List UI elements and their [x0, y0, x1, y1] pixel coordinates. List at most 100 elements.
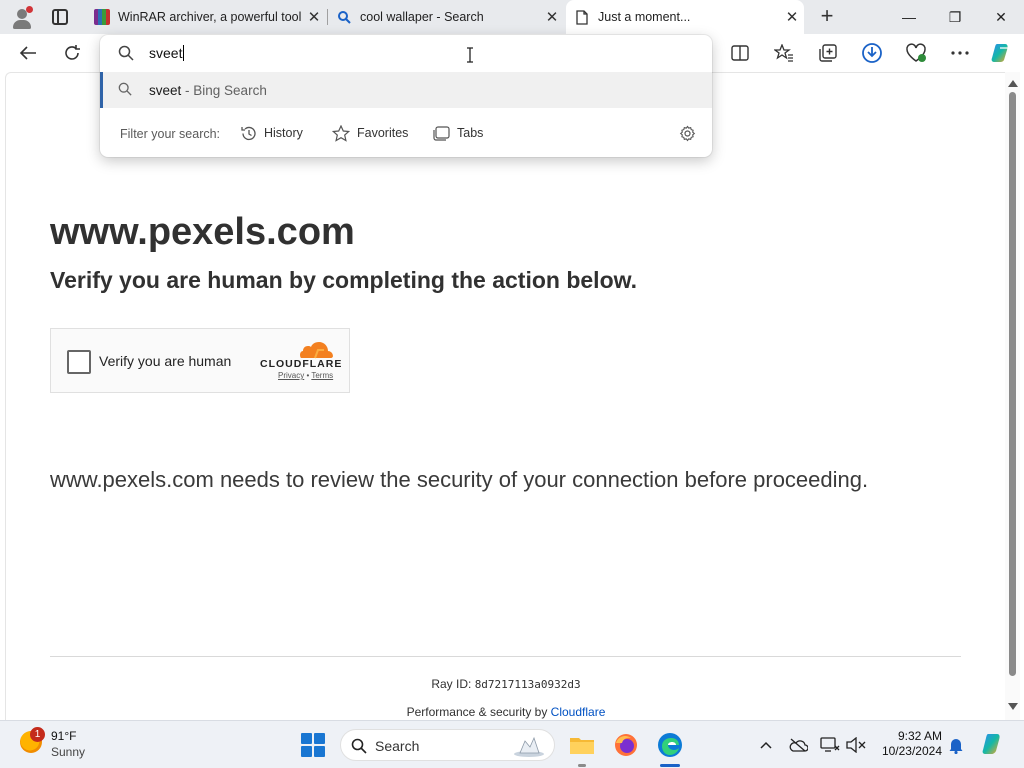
browser-essentials-icon[interactable] — [902, 39, 930, 67]
file-explorer-running-indicator — [578, 764, 586, 767]
profile-notification-dot — [26, 6, 33, 13]
address-input-value: sveet — [149, 45, 183, 61]
tab-title: WinRAR archiver, a powerful tool — [118, 10, 302, 24]
tab-just-a-moment[interactable]: Just a moment... ✕ — [566, 0, 804, 34]
suggestion-query: sveet — [149, 83, 182, 98]
selection-indicator — [100, 72, 103, 108]
star-icon — [332, 124, 350, 142]
copilot-icon[interactable] — [988, 39, 1016, 67]
verify-human-checkbox[interactable] — [67, 350, 91, 374]
web-page: www.pexels.com Verify you are human by c… — [5, 72, 1005, 720]
tab-close-icon[interactable]: ✕ — [780, 8, 804, 26]
history-icon — [240, 125, 257, 142]
restore-button[interactable]: ❐ — [932, 0, 978, 34]
address-bar-dropdown: sveet sveet - Bing Search Filter your se… — [100, 35, 712, 157]
cloudflare-cloud-icon — [300, 342, 333, 359]
weather-notification-badge: 1 — [30, 727, 45, 742]
weather-description[interactable]: Sunny — [51, 745, 85, 759]
ray-id-label: Ray ID: — [431, 677, 475, 691]
new-tab-button[interactable]: + — [815, 4, 839, 30]
scroll-up-arrow-icon[interactable] — [1008, 80, 1018, 87]
performance-text: Performance & security by — [406, 705, 551, 719]
filter-favorites-label: Favorites — [357, 126, 409, 140]
search-suggestion-row[interactable]: sveet - Bing Search — [100, 72, 712, 108]
windows-start-icon[interactable] — [301, 733, 325, 757]
windows-taskbar: 1 91°F Sunny Search 9:32 AM 10/23/2024 — [0, 720, 1024, 768]
tab-title: Just a moment... — [598, 10, 691, 24]
refresh-icon[interactable] — [58, 39, 86, 67]
scroll-down-arrow-icon[interactable] — [1008, 703, 1018, 710]
firefox-icon[interactable] — [612, 731, 640, 759]
filter-tabs-chip[interactable]: Tabs — [433, 120, 483, 146]
site-title: www.pexels.com — [50, 211, 355, 253]
address-bar[interactable]: sveet — [100, 35, 712, 71]
tab-close-icon[interactable]: ✕ — [302, 8, 326, 26]
filter-history-label: History — [264, 126, 303, 140]
tab-title: cool wallaper - Search — [360, 10, 484, 24]
vertical-scrollbar[interactable] — [1005, 72, 1020, 720]
text-caret — [183, 45, 185, 61]
cloudflare-logo: CLOUDFLARE Privacy • Terms — [259, 339, 341, 383]
cloudflare-link[interactable]: Cloudflare — [551, 705, 606, 719]
privacy-link[interactable]: Privacy — [278, 371, 304, 380]
weather-temperature[interactable]: 91°F — [51, 729, 76, 743]
page-favicon-icon — [574, 9, 590, 25]
onedrive-cloud-icon[interactable] — [788, 735, 808, 755]
filter-label: Filter your search: — [120, 127, 221, 141]
notification-bell-icon[interactable] — [946, 735, 966, 755]
ray-id-line: Ray ID: 8d7217113a0932d3 — [6, 677, 1005, 691]
system-clock[interactable]: 9:32 AM 10/23/2024 — [876, 729, 942, 759]
suggestion-suffix: - Bing Search — [181, 83, 267, 98]
tab-actions-menu-icon[interactable] — [52, 9, 68, 25]
search-icon — [118, 45, 134, 61]
edge-active-indicator — [660, 764, 680, 767]
minimize-button[interactable]: — — [886, 0, 932, 34]
performance-footer: Performance & security by Cloudflare — [6, 705, 1005, 719]
file-explorer-icon[interactable] — [568, 731, 596, 759]
tabs-icon — [433, 125, 450, 141]
address-input[interactable]: sveet — [149, 45, 185, 61]
verify-human-label[interactable]: Verify you are human — [99, 353, 231, 369]
search-icon — [351, 738, 367, 754]
display-network-icon[interactable] — [820, 735, 840, 755]
cloudflare-links: Privacy • Terms — [278, 371, 333, 380]
downloads-icon[interactable] — [858, 39, 886, 67]
terms-link[interactable]: Terms — [311, 371, 333, 380]
search-settings-gear-icon[interactable] — [679, 120, 696, 146]
volume-muted-icon[interactable] — [846, 735, 866, 755]
search-icon — [118, 82, 132, 96]
bing-search-favicon-icon — [336, 9, 352, 25]
search-filter-row: Filter your search: History Favorites Ta… — [100, 117, 712, 149]
taskbar-search-box[interactable]: Search — [340, 729, 555, 761]
winrar-favicon-icon — [94, 9, 110, 25]
tab-winrar[interactable]: WinRAR archiver, a powerful tool ✕ — [86, 0, 326, 34]
more-options-icon[interactable] — [946, 39, 974, 67]
security-review-message: www.pexels.com needs to review the secur… — [50, 467, 869, 492]
tab-close-icon[interactable]: ✕ — [540, 8, 564, 26]
cloudflare-challenge-widget: Verify you are human CLOUDFLARE Privacy … — [50, 328, 350, 393]
back-icon[interactable] — [14, 39, 42, 67]
clock-time: 9:32 AM — [897, 729, 942, 743]
suggestion-text: sveet - Bing Search — [149, 83, 267, 98]
search-highlight-art-icon — [514, 736, 544, 757]
show-hidden-icons-chevron-icon[interactable] — [756, 735, 776, 755]
taskbar-search-label: Search — [375, 738, 420, 754]
edge-browser-icon[interactable] — [656, 731, 684, 759]
collections-icon[interactable] — [814, 39, 842, 67]
page-subtitle: Verify you are human by completing the a… — [50, 267, 638, 293]
favorites-star-icon[interactable] — [770, 39, 798, 67]
tab-strip: WinRAR archiver, a powerful tool ✕ cool … — [0, 0, 1024, 34]
copilot-taskbar-icon[interactable] — [980, 731, 1006, 757]
filter-favorites-chip[interactable]: Favorites — [332, 120, 408, 146]
split-screen-icon[interactable] — [726, 39, 754, 67]
ray-id-value: 8d7217113a0932d3 — [474, 678, 581, 691]
mouse-ibeam-cursor-icon — [466, 47, 474, 68]
profile-avatar-icon[interactable] — [10, 6, 34, 30]
tab-search[interactable]: cool wallaper - Search ✕ — [328, 0, 564, 34]
close-window-button[interactable]: ✕ — [978, 0, 1024, 34]
scrollbar-thumb[interactable] — [1009, 92, 1016, 676]
cloudflare-wordmark: CLOUDFLARE — [260, 358, 343, 370]
footer-divider — [50, 656, 961, 657]
clock-date: 10/23/2024 — [881, 744, 942, 758]
filter-history-chip[interactable]: History — [240, 120, 303, 146]
